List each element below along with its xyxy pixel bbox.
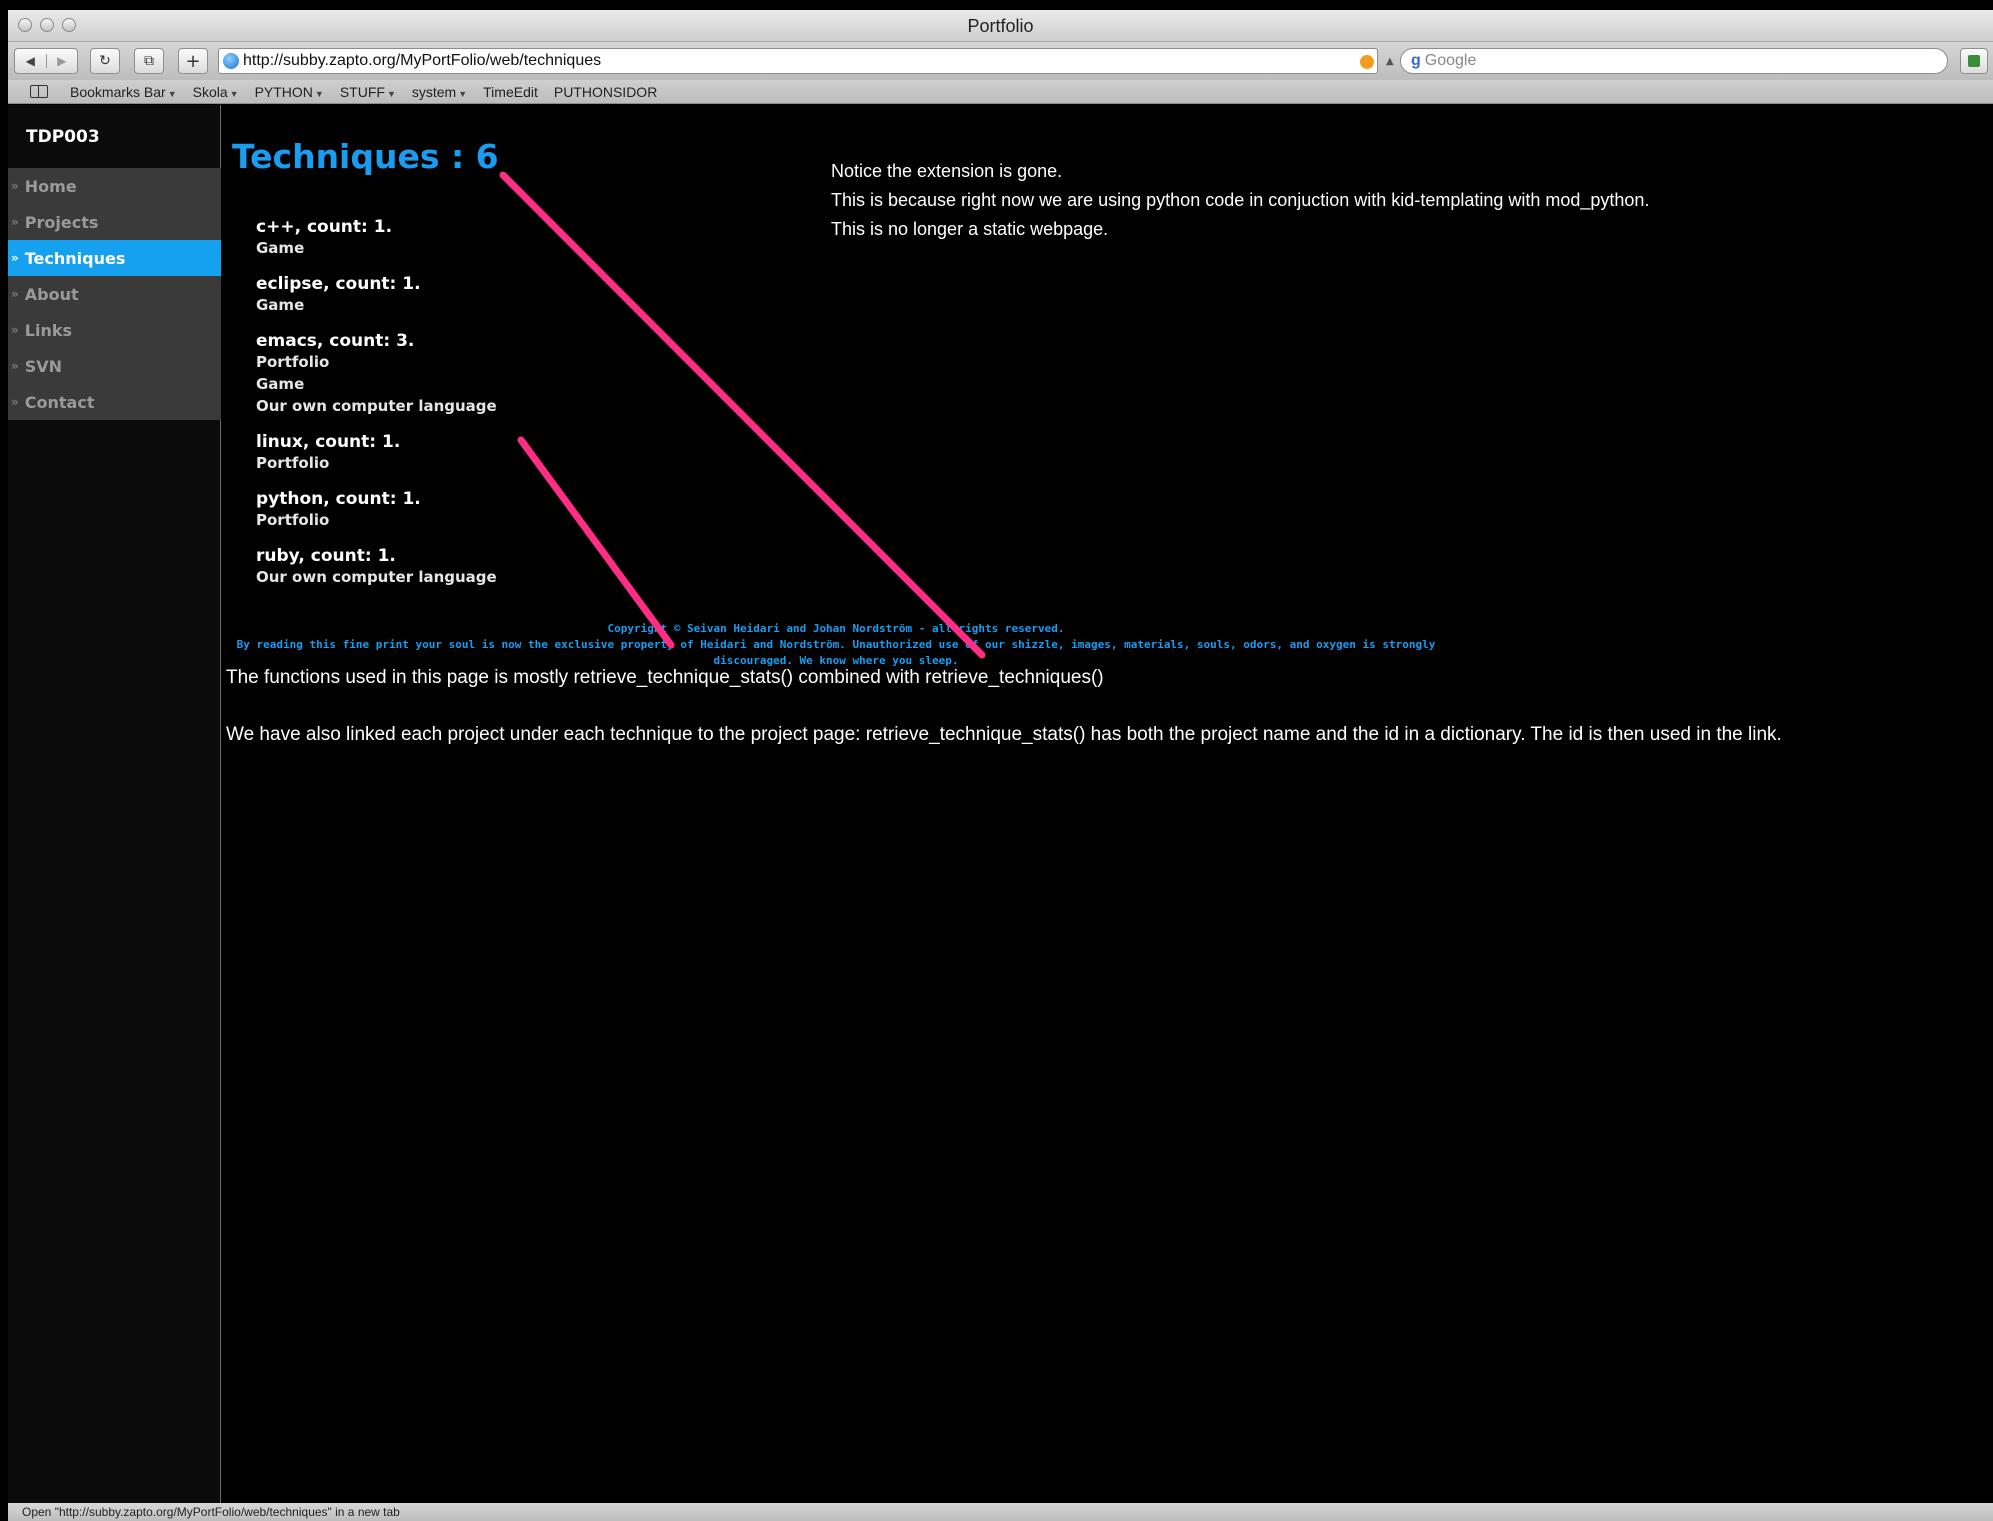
project-link[interactable]: Game	[256, 237, 497, 259]
bookmark-puthonsidor[interactable]: PUTHONSIDOR	[554, 84, 657, 100]
status-bar: Open "http://subby.zapto.org/MyPortFolio…	[8, 1503, 1993, 1521]
back-forward-buttons: ◀ ▶	[14, 48, 78, 74]
reload-button[interactable]: ↻	[90, 48, 120, 74]
sidebar-item-techniques[interactable]: » Techniques	[8, 240, 221, 276]
browser-toolbar: ◀ ▶ ↻ ⧉ + http://subby.zapto.org/MyPortF…	[8, 42, 1993, 80]
technique-item: linux, count: 1. Portfolio	[256, 432, 497, 474]
sidebar-item-projects[interactable]: » Projects	[8, 204, 221, 240]
project-link[interactable]: Portfolio	[256, 452, 497, 474]
chevron-down-icon: ▼	[229, 88, 239, 99]
link-note: We have also linked each project under e…	[226, 724, 1782, 745]
sidebar: TDP003 » Home » Projects » Techniques » Abou…	[8, 105, 221, 1503]
project-link[interactable]: Our own computer language	[256, 566, 497, 588]
globe-icon	[223, 53, 239, 69]
technique-list: c++, count: 1. Game eclipse, count: 1. G…	[256, 217, 497, 603]
web-page: TDP003 » Home » Projects » Techniques » Abou…	[8, 105, 1993, 1503]
technique-item: ruby, count: 1. Our own computer languag…	[256, 546, 497, 588]
technique-name: emacs, count: 3.	[256, 331, 415, 351]
sidebar-item-about[interactable]: » About	[8, 276, 221, 312]
search-field[interactable]: g Google	[1400, 48, 1948, 74]
bookmark-system[interactable]: system ▼	[412, 84, 467, 100]
sidebar-item-links[interactable]: » Links	[8, 312, 221, 348]
technique-name: c++, count: 1.	[256, 217, 393, 237]
annotation-line-list	[517, 436, 675, 649]
window-titlebar: Portfolio	[8, 10, 1993, 42]
project-link[interactable]: Portfolio	[256, 351, 497, 373]
bookmark-timeedit[interactable]: TimeEdit	[483, 84, 538, 100]
technique-item: c++, count: 1. Game	[256, 217, 497, 259]
project-link[interactable]: Portfolio	[256, 509, 497, 531]
window-title: Portfolio	[967, 16, 1034, 36]
google-icon: g	[1411, 52, 1421, 69]
back-arrow-icon[interactable]: ◀	[15, 54, 46, 68]
sidebar-item-svn[interactable]: » SVN	[8, 348, 221, 384]
fine-print-line: By reading this fine print your soul is …	[236, 638, 1436, 667]
reload-icon: ↻	[99, 53, 111, 69]
snapback-icon: ⧉	[144, 53, 154, 69]
snapback-button[interactable]: ⧉	[134, 48, 164, 74]
copyright-line: Copyright © Seivan Heidari and Johan Nor…	[607, 622, 1065, 635]
plus-icon: +	[185, 50, 201, 72]
add-bookmark-button[interactable]: +	[178, 48, 208, 74]
notice-text: Notice the extension is gone. This is be…	[831, 157, 1649, 244]
annotation-line-heading	[499, 171, 986, 659]
notice-line: Notice the extension is gone.	[831, 161, 1063, 181]
technique-item: emacs, count: 3. Portfolio Game Our own …	[256, 331, 497, 417]
chevron-down-icon: ▼	[458, 88, 468, 99]
bookmark-stuff[interactable]: STUFF ▼	[340, 84, 396, 100]
raquo-icon: »	[11, 395, 19, 409]
technique-name: python, count: 1.	[256, 489, 421, 509]
notice-line: This is no longer a static webpage.	[831, 219, 1109, 239]
raquo-icon: »	[11, 359, 19, 373]
raquo-icon: »	[11, 323, 19, 337]
site-title: TDP003	[26, 127, 100, 147]
address-bar[interactable]: http://subby.zapto.org/MyPortFolio/web/t…	[218, 48, 1378, 74]
bookmark-python[interactable]: PYTHON ▼	[255, 84, 324, 100]
project-link[interactable]: Our own computer language	[256, 395, 497, 417]
page-title: Techniques : 6	[232, 137, 499, 176]
raquo-icon: »	[11, 251, 19, 265]
bookmarks-book-icon[interactable]	[30, 85, 48, 98]
rss-icon[interactable]	[1360, 55, 1374, 69]
search-placeholder: Google	[1424, 52, 1477, 69]
sidebar-nav: » Home » Projects » Techniques » About » Link…	[8, 168, 221, 420]
technique-name: eclipse, count: 1.	[256, 274, 421, 294]
raquo-icon: »	[11, 179, 19, 193]
notice-line: This is because right now we are using p…	[831, 190, 1650, 210]
extension-button[interactable]	[1960, 48, 1988, 74]
technique-name: ruby, count: 1.	[256, 546, 396, 566]
bookmark-bookmarks-bar[interactable]: Bookmarks Bar ▼	[70, 84, 177, 100]
raquo-icon: »	[11, 287, 19, 301]
bookmarks-bar: Bookmarks Bar ▼ Skola ▼ PYTHON ▼ STUFF ▼ sys…	[8, 80, 1993, 104]
address-text: http://subby.zapto.org/MyPortFolio/web/t…	[243, 52, 602, 69]
technique-name: linux, count: 1.	[256, 432, 401, 452]
search-dropdown-icon[interactable]: ▲	[1386, 56, 1394, 67]
bookmark-skola[interactable]: Skola ▼	[193, 84, 239, 100]
project-link[interactable]: Game	[256, 294, 497, 316]
technique-item: python, count: 1. Portfolio	[256, 489, 497, 531]
chevron-down-icon: ▼	[386, 88, 396, 99]
chevron-down-icon: ▼	[167, 88, 177, 99]
chevron-down-icon: ▼	[314, 88, 324, 99]
raquo-icon: »	[11, 215, 19, 229]
technique-item: eclipse, count: 1. Game	[256, 274, 497, 316]
sidebar-item-home[interactable]: » Home	[8, 168, 221, 204]
functions-note: The functions used in this page is mostl…	[226, 667, 1104, 688]
forward-arrow-icon[interactable]: ▶	[45, 54, 78, 68]
project-link[interactable]: Game	[256, 373, 497, 395]
footer-copyright: Copyright © Seivan Heidari and Johan Nor…	[221, 621, 1451, 669]
sidebar-item-contact[interactable]: » Contact	[8, 384, 221, 420]
